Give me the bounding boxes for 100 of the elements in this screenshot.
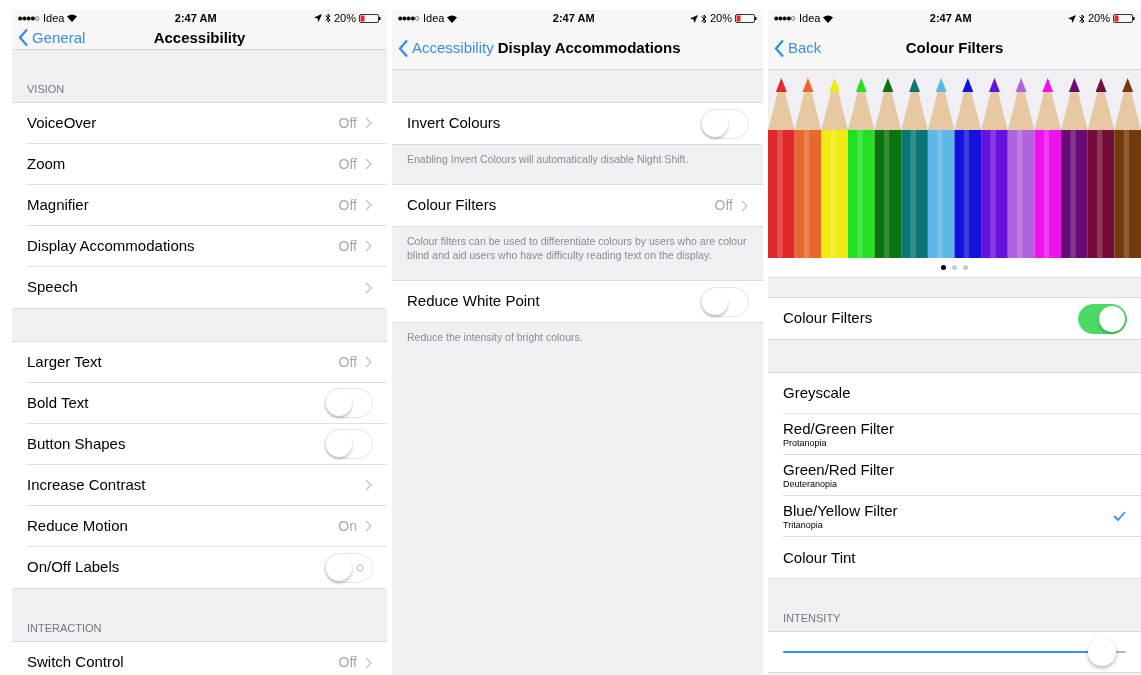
- row-value: Off: [338, 653, 357, 672]
- filter-option[interactable]: Blue/Yellow Filter Tritanopia: [768, 496, 1141, 537]
- row-label: Switch Control: [27, 652, 125, 673]
- signal-icon: [774, 16, 796, 21]
- row-value: On: [338, 516, 357, 536]
- chevron-icon: [365, 520, 372, 532]
- row-label: Display Accommodations: [27, 235, 196, 256]
- settings-row[interactable]: Colour Filters Off: [392, 185, 763, 226]
- back-chevron-icon: [398, 38, 409, 58]
- option-label: Red/Green Filter: [783, 420, 895, 438]
- bluetooth-icon: [1078, 13, 1085, 24]
- row-label: Colour Filters: [783, 308, 874, 329]
- row-label: Button Shapes: [27, 433, 127, 454]
- off-label-icon: [356, 563, 364, 572]
- toggle-switch[interactable]: [700, 286, 749, 317]
- wifi-icon: [823, 14, 834, 23]
- filter-option[interactable]: Red/Green Filter Protanopia: [768, 414, 1141, 455]
- carrier-name: Idea: [423, 11, 445, 27]
- option-label: Blue/Yellow Filter: [783, 502, 899, 520]
- chevron-icon: [365, 240, 372, 252]
- location-icon: [1067, 14, 1076, 23]
- filter-option[interactable]: Green/Red Filter Deuteranopia: [768, 455, 1141, 496]
- chevron-icon: [365, 356, 372, 368]
- toggle-switch[interactable]: [1078, 303, 1127, 334]
- bluetooth-icon: [324, 13, 331, 24]
- signal-icon: [398, 16, 420, 21]
- carrier-name: Idea: [43, 11, 65, 26]
- row-label: VoiceOver: [27, 112, 98, 133]
- option-subtitle: Protanopia: [783, 438, 828, 448]
- row-label: On/Off Labels: [27, 557, 121, 578]
- status-time: 2:47 AM: [174, 11, 217, 26]
- section-footer: Reduce the intensity of bright colours.: [407, 330, 748, 344]
- row-value: Off: [338, 195, 357, 215]
- section-footer: Enabling Invert Colours will automatically disable Night Shift.: [407, 152, 748, 166]
- section-header: VISION: [27, 81, 65, 97]
- row-label: Reduce White Point: [407, 291, 541, 312]
- option-subtitle: Deuteranopia: [783, 479, 839, 489]
- toggle-switch[interactable]: [324, 552, 373, 583]
- chevron-icon: [741, 199, 748, 212]
- chevron-icon: [365, 199, 372, 211]
- row-value: Off: [338, 236, 357, 256]
- chevron-icon: [365, 117, 372, 129]
- filter-option[interactable]: Colour Tint: [768, 537, 1141, 578]
- row-label: Larger Text: [27, 351, 103, 372]
- row-value: Off: [714, 196, 733, 215]
- row-value: Off: [338, 113, 357, 133]
- screen-title: Colour Filters: [905, 37, 1004, 58]
- section-header: INTENSITY: [783, 610, 841, 626]
- option-label: Green/Red Filter: [783, 461, 895, 479]
- carrier-name: Idea: [799, 11, 821, 27]
- location-icon: [313, 14, 322, 23]
- signal-icon: [18, 15, 40, 21]
- row-label: Zoom: [27, 153, 67, 174]
- row-label: Invert Colours: [407, 113, 502, 134]
- option-label: Colour Tint: [783, 548, 857, 567]
- intensity-slider[interactable]: [783, 638, 1126, 666]
- toggle-switch[interactable]: [324, 429, 373, 459]
- screen-title: Display Accommodations: [497, 37, 681, 58]
- battery-icon: [735, 14, 757, 23]
- row-label: Reduce Motion: [27, 515, 129, 536]
- row-value: Off: [338, 352, 357, 372]
- settings-row[interactable]: Magnifier Off: [12, 185, 387, 226]
- row-label: Increase Contrast: [27, 474, 147, 495]
- status-time: 2:47 AM: [552, 11, 595, 27]
- toggle-switch[interactable]: [700, 108, 749, 139]
- row-label: Colour Filters: [407, 195, 498, 216]
- battery-icon: [359, 13, 381, 23]
- settings-row[interactable]: Speech: [12, 267, 387, 308]
- settings-row[interactable]: Switch Control Off: [12, 642, 387, 675]
- settings-row[interactable]: VoiceOver Off: [12, 103, 387, 144]
- chevron-icon: [365, 158, 372, 170]
- chevron-icon: [365, 656, 372, 669]
- battery-icon: [1113, 14, 1135, 23]
- row-label: Speech: [27, 277, 79, 298]
- location-icon: [689, 14, 698, 23]
- status-time: 2:47 AM: [929, 11, 972, 27]
- settings-row[interactable]: Reduce Motion On: [12, 506, 387, 547]
- filter-option[interactable]: Greyscale: [768, 373, 1141, 414]
- back-chevron-icon: [18, 28, 29, 48]
- chevron-icon: [365, 479, 372, 491]
- settings-row[interactable]: Display Accommodations Off: [12, 226, 387, 267]
- toggle-switch[interactable]: [324, 388, 373, 418]
- row-label: Bold Text: [27, 392, 90, 413]
- option-label: Greyscale: [783, 384, 852, 402]
- battery-percent: 20%: [333, 11, 356, 26]
- slider-thumb[interactable]: [1087, 638, 1116, 666]
- section-header: INTERACTION: [27, 620, 102, 636]
- settings-row[interactable]: Increase Contrast: [12, 465, 387, 506]
- battery-percent: 20%: [709, 11, 732, 27]
- screen-title: Accessibility: [153, 27, 246, 48]
- bluetooth-icon: [700, 13, 707, 24]
- settings-row[interactable]: Zoom Off: [12, 144, 387, 185]
- settings-row[interactable]: Larger Text Off: [12, 342, 387, 383]
- wifi-icon: [447, 14, 458, 23]
- option-subtitle: Tritanopia: [783, 520, 824, 530]
- wifi-icon: [67, 14, 78, 23]
- back-chevron-icon: [774, 38, 785, 58]
- row-value: Off: [338, 154, 357, 174]
- battery-percent: 20%: [1087, 11, 1110, 27]
- chevron-icon: [365, 281, 372, 294]
